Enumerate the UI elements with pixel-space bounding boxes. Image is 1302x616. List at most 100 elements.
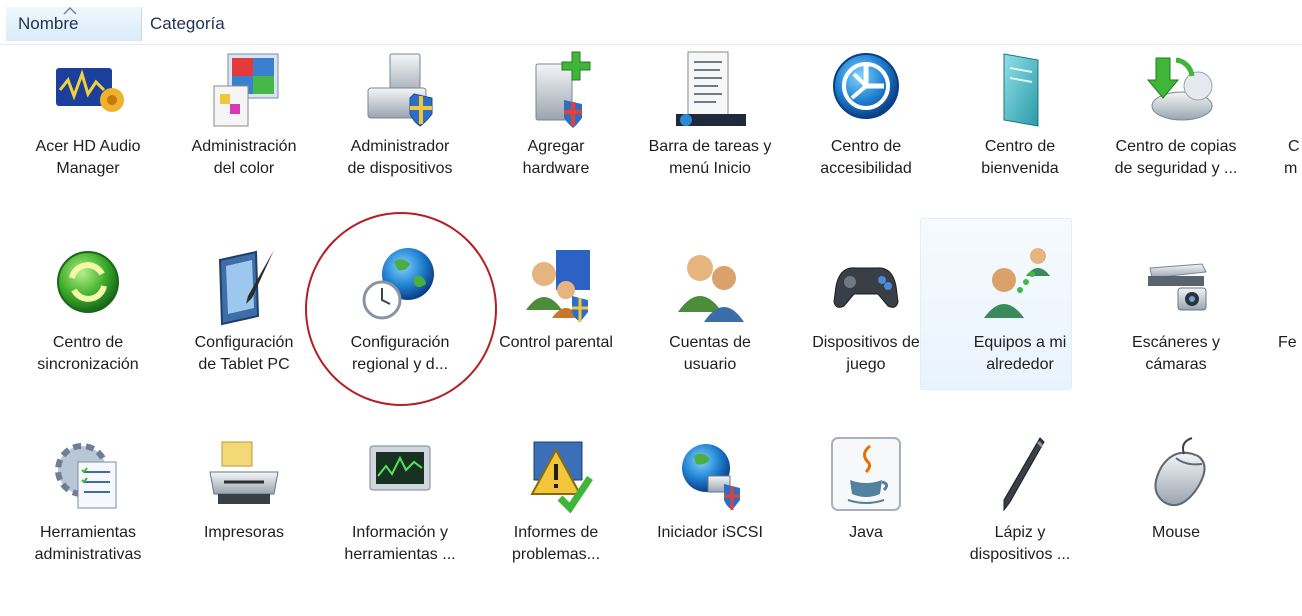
item-label: cámaras: [1145, 356, 1207, 373]
item-label: Java: [849, 524, 883, 541]
parental-control-icon: [526, 250, 590, 322]
item-label: de seguridad y ...: [1114, 160, 1238, 177]
item-label: Acer HD Audio: [35, 138, 141, 155]
column-header-categoria-label: Categoría: [150, 14, 225, 33]
item-label: Equipos a mi: [973, 334, 1067, 351]
item-dispositivos-de-juego[interactable]: Dispositivos de juego: [792, 246, 940, 386]
item-label: Información y: [351, 524, 449, 541]
sync-center-icon: [57, 251, 119, 313]
item-label: Administración: [191, 138, 297, 155]
item-label: Impresoras: [203, 524, 285, 541]
item-label: del color: [213, 160, 275, 177]
item-label: Administrador: [350, 138, 450, 155]
item-configuracion-tablet-pc[interactable]: Configuración de Tablet PC: [170, 246, 318, 386]
item-administracion-del-color[interactable]: Administración del color: [170, 50, 318, 190]
column-header-nombre-label: Nombre: [18, 14, 79, 33]
item-label: sincronización: [37, 356, 139, 373]
item-herramientas-administrativas[interactable]: Herramientas administrativas: [14, 436, 162, 576]
item-label: Cuentas de: [669, 334, 751, 351]
performance-info-icon: [369, 445, 431, 491]
sort-up-icon: [63, 7, 77, 15]
item-label: Agregar: [527, 138, 585, 155]
item-label: regional y d...: [351, 356, 449, 373]
mouse-icon: [1154, 437, 1206, 506]
regional-settings-icon: [362, 248, 434, 320]
item-administrador-de-dispositivos[interactable]: Administrador de dispositivos: [326, 50, 474, 190]
people-near-me-icon: [984, 248, 1050, 318]
item-label: de Tablet PC: [198, 356, 290, 373]
item-label: Control parental: [499, 334, 613, 351]
item-label: usuario: [683, 356, 737, 373]
partial-item-label: C: [1288, 138, 1300, 155]
item-acer-hd-audio-manager[interactable]: Acer HD Audio Manager: [14, 50, 162, 190]
item-label: Herramientas: [39, 524, 137, 541]
item-label: Centro de: [830, 138, 902, 155]
tablet-pc-icon: [218, 250, 274, 326]
taskbar-icon: [676, 51, 746, 126]
item-label: Centro de: [984, 138, 1056, 155]
column-header-bar: Nombre Categoría: [0, 0, 1302, 45]
item-centro-de-sincronizacion[interactable]: Centro de sincronización: [14, 246, 162, 386]
item-label: Lápiz y: [994, 524, 1046, 541]
item-label: de dispositivos: [347, 160, 453, 177]
partial-item-label: Fe: [1278, 334, 1297, 351]
partial-item-label: m: [1284, 160, 1298, 177]
java-icon: [831, 437, 901, 511]
item-lapiz-y-dispositivos[interactable]: Lápiz y dispositivos ...: [946, 436, 1094, 576]
column-header-categoria[interactable]: Categoría: [146, 7, 1296, 41]
item-label: alrededor: [986, 356, 1054, 373]
item-configuracion-regional[interactable]: Configuración regional y d...: [326, 246, 474, 386]
item-label: Manager: [56, 160, 120, 177]
item-label: herramientas ...: [344, 546, 456, 563]
item-centro-de-bienvenida[interactable]: Centro de bienvenida: [946, 50, 1094, 190]
item-label: Escáneres y: [1131, 334, 1221, 351]
item-label: dispositivos ...: [969, 546, 1071, 563]
item-informes-de-problemas[interactable]: Informes de problemas...: [482, 436, 630, 576]
printers-icon: [209, 441, 279, 504]
item-centro-de-copias[interactable]: Centro de copias de seguridad y ...: [1102, 50, 1250, 190]
item-label: accesibilidad: [820, 160, 912, 177]
problem-reports-icon: [530, 441, 593, 514]
welcome-center-icon: [1003, 53, 1039, 127]
item-informacion-y-herramientas[interactable]: Información y herramientas ...: [326, 436, 474, 576]
item-agregar-hardware[interactable]: Agregar hardware: [482, 50, 630, 190]
item-label: Dispositivos de: [812, 334, 920, 351]
pen-devices-icon: [1003, 437, 1045, 512]
item-label: juego: [846, 356, 886, 373]
item-label: Iniciador iSCSI: [657, 524, 763, 541]
item-label: Centro de copias: [1115, 138, 1237, 155]
item-cuentas-de-usuario[interactable]: Cuentas de usuario: [636, 246, 784, 386]
item-iniciador-iscsi[interactable]: Iniciador iSCSI: [636, 436, 784, 576]
item-label: Centro de: [52, 334, 124, 351]
item-escaneres-y-camaras[interactable]: Escáneres y cámaras: [1102, 246, 1250, 386]
item-label: Mouse: [1151, 524, 1201, 541]
item-label: Informes de: [513, 524, 599, 541]
item-label: menú Inicio: [669, 160, 751, 177]
column-header-nombre[interactable]: Nombre: [6, 7, 142, 41]
device-manager-icon: [367, 53, 433, 127]
item-centro-de-accesibilidad[interactable]: Centro de accesibilidad: [792, 50, 940, 190]
item-barra-de-tareas[interactable]: Barra de tareas y menú Inicio: [636, 50, 784, 190]
item-label: Configuración: [350, 334, 450, 351]
item-label: hardware: [522, 160, 590, 177]
iscsi-initiator-icon: [682, 444, 740, 510]
item-label: Barra de tareas y: [648, 138, 772, 155]
item-label: administrativas: [34, 546, 142, 563]
accessibility-icon: [833, 53, 899, 119]
audio-manager-icon: [56, 68, 124, 112]
item-equipos-a-mi-alrededor[interactable]: Equipos a mi alrededor: [946, 246, 1094, 386]
user-accounts-icon: [678, 255, 744, 322]
item-mouse[interactable]: Mouse: [1102, 436, 1250, 576]
item-impresoras[interactable]: Impresoras: [170, 436, 318, 576]
color-management-icon: [213, 53, 279, 127]
item-label: Configuración: [194, 334, 294, 351]
item-java[interactable]: Java: [792, 436, 940, 576]
admin-tools-icon: [55, 443, 117, 509]
item-label: bienvenida: [981, 160, 1059, 177]
backup-center-icon: [1146, 57, 1213, 121]
gamepad-icon: [833, 267, 899, 308]
item-label: problemas...: [511, 546, 601, 563]
scanner-camera-icon: [1148, 263, 1207, 311]
add-hardware-icon: [535, 51, 591, 128]
item-control-parental[interactable]: Control parental: [482, 246, 630, 386]
